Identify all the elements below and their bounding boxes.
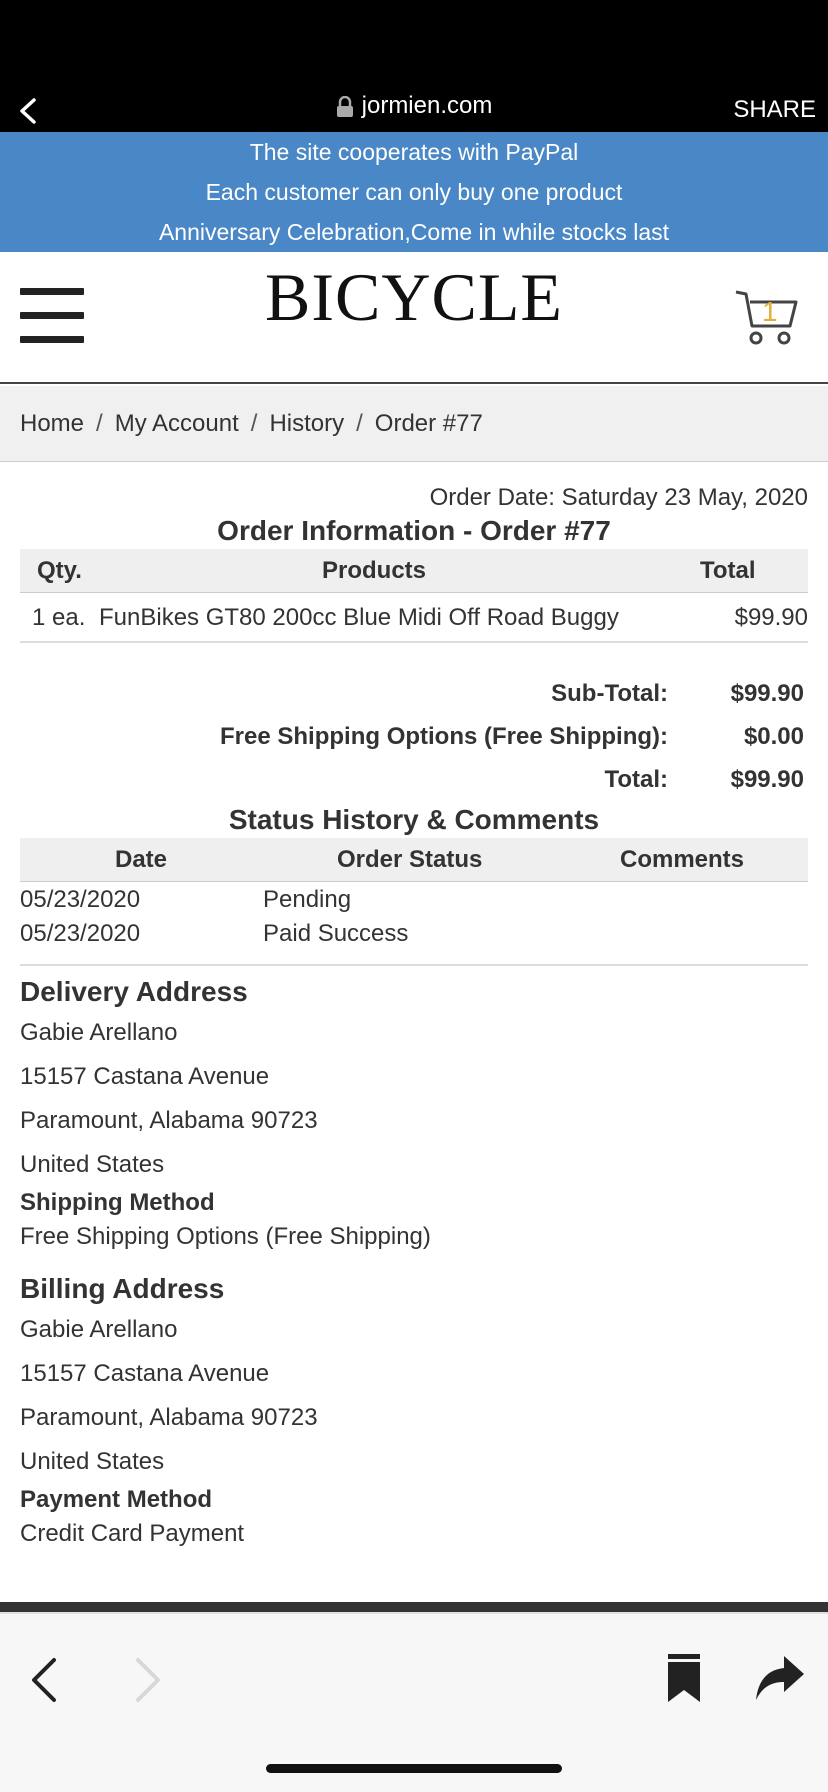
billing-country: United States bbox=[20, 1448, 165, 1475]
subtotal-value: $99.90 bbox=[730, 680, 804, 707]
delivery-address-title: Delivery Address bbox=[20, 976, 248, 1007]
item-product[interactable]: FunBikes GT80 200cc Blue Midi Off Road B… bbox=[99, 596, 619, 640]
shipping-label: Free Shipping Options (Free Shipping): bbox=[220, 723, 668, 750]
col-comments: Comments bbox=[620, 846, 745, 873]
site-logo[interactable]: BICYCLE bbox=[0, 258, 828, 337]
status-date: 05/23/2020 bbox=[20, 920, 141, 947]
col-total: Total bbox=[700, 557, 756, 584]
status-date: 05/23/2020 bbox=[20, 886, 141, 913]
item-total: $99.90 bbox=[734, 604, 808, 631]
billing-city: Paramount, Alabama 90723 bbox=[20, 1404, 318, 1431]
banner-line: Anniversary Celebration,Come in while st… bbox=[158, 219, 670, 245]
banner-line: Each customer can only buy one product bbox=[205, 179, 623, 205]
promo-banner: The site cooperates with PayPal Each cus… bbox=[0, 132, 828, 252]
status-value: Pending bbox=[263, 886, 352, 913]
banner-line: The site cooperates with PayPal bbox=[249, 139, 579, 165]
item-qty: 1 ea. bbox=[32, 604, 86, 631]
order-date: Order Date: Saturday 23 May, 2020 bbox=[429, 484, 808, 511]
breadcrumb: Home / My Account / History / Order #77 bbox=[0, 386, 828, 462]
billing-address-title: Billing Address bbox=[20, 1273, 225, 1304]
shipping-method-label: Shipping Method bbox=[20, 1189, 215, 1216]
delivery-country: United States bbox=[20, 1151, 165, 1178]
total-label: Total: bbox=[604, 766, 668, 793]
billing-name: Gabie Arellano bbox=[20, 1316, 178, 1343]
status-table-header: Date Order Status Comments bbox=[20, 838, 808, 882]
order-title: Order Information - Order #77 bbox=[217, 515, 611, 546]
total-value: $99.90 bbox=[730, 766, 804, 793]
status-history-title: Status History & Comments bbox=[228, 804, 600, 835]
col-date: Date bbox=[115, 846, 168, 873]
share-icon[interactable] bbox=[754, 1654, 806, 1702]
breadcrumb-home[interactable]: Home bbox=[20, 410, 84, 437]
divider bbox=[20, 964, 808, 966]
breadcrumb-my-account[interactable]: My Account bbox=[115, 410, 239, 437]
breadcrumb-order: Order #77 bbox=[374, 410, 483, 437]
col-products: Products bbox=[322, 557, 427, 584]
billing-street: 15157 Castana Avenue bbox=[20, 1360, 270, 1387]
breadcrumb-history[interactable]: History bbox=[269, 410, 344, 437]
home-indicator bbox=[266, 1764, 562, 1773]
divider bbox=[20, 641, 808, 643]
lock-icon bbox=[336, 95, 353, 117]
cart-count-badge: 1 bbox=[762, 296, 778, 327]
shipping-method: Free Shipping Options (Free Shipping) bbox=[20, 1223, 431, 1250]
products-table-header: Qty. Products Total bbox=[20, 549, 808, 593]
forward-icon[interactable] bbox=[128, 1656, 164, 1704]
shipping-value: $0.00 bbox=[743, 723, 804, 750]
bookmark-icon[interactable] bbox=[664, 1652, 704, 1704]
status-value: Paid Success bbox=[263, 920, 409, 947]
share-button[interactable]: SHARE bbox=[733, 96, 816, 124]
table-row: 05/23/2020 bbox=[20, 886, 140, 914]
payment-method: Credit Card Payment bbox=[20, 1520, 245, 1547]
url-text: jormien.com bbox=[361, 92, 493, 119]
table-row: 05/23/2020 bbox=[20, 920, 140, 948]
delivery-street: 15157 Castana Avenue bbox=[20, 1063, 270, 1090]
subtotal-label: Sub-Total: bbox=[551, 680, 668, 707]
url-bar[interactable]: jormien.com bbox=[0, 92, 828, 120]
payment-method-label: Payment Method bbox=[20, 1486, 213, 1513]
footer-bar bbox=[0, 1602, 828, 1612]
back-icon[interactable] bbox=[28, 1656, 64, 1704]
delivery-city: Paramount, Alabama 90723 bbox=[20, 1107, 318, 1134]
col-order-status: Order Status bbox=[337, 846, 483, 873]
col-qty: Qty. bbox=[37, 557, 82, 584]
delivery-name: Gabie Arellano bbox=[20, 1019, 178, 1046]
